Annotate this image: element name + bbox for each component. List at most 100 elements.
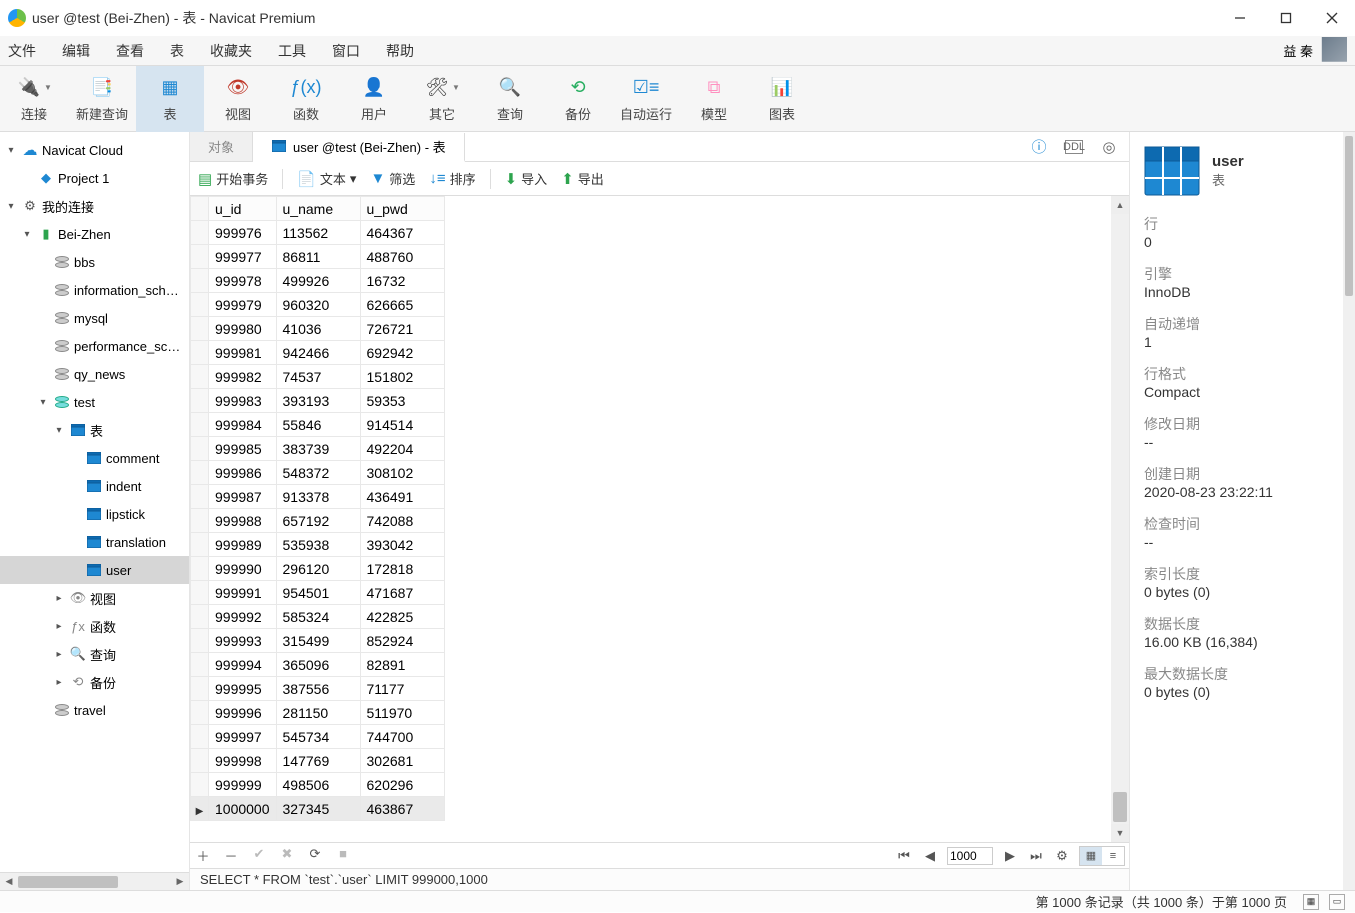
col-u_id[interactable]: u_id <box>209 197 277 221</box>
menu-1[interactable]: 编辑 <box>62 41 90 61</box>
minimize-button[interactable] <box>1217 0 1263 36</box>
table-row[interactable]: 999976113562464367 <box>191 221 445 245</box>
apply-button[interactable]: ✔ <box>250 846 268 865</box>
table-lipstick[interactable]: lipstick <box>0 500 189 528</box>
first-page-button[interactable]: ⏮ <box>895 848 913 864</box>
last-page-button[interactable]: ⏭ <box>1027 848 1045 864</box>
table-row[interactable]: 999989535938393042 <box>191 533 445 557</box>
status-grid-icon[interactable]: ▦ <box>1303 894 1319 910</box>
table-row[interactable]: 999992585324422825 <box>191 605 445 629</box>
table-row[interactable]: 999998147769302681 <box>191 749 445 773</box>
col-u_pwd[interactable]: u_pwd <box>360 197 444 221</box>
settings-button[interactable]: ⚙ <box>1053 848 1071 864</box>
menu-4[interactable]: 收藏夹 <box>210 41 252 61</box>
tool-query[interactable]: 🔍查询 <box>476 66 544 132</box>
table-row[interactable]: 99998274537151802 <box>191 365 445 389</box>
tool-auto[interactable]: ☑≡自动运行 <box>612 66 680 132</box>
db-performance_schema[interactable]: performance_schema <box>0 332 189 360</box>
next-page-button[interactable]: ▶ <box>1001 848 1019 864</box>
menu-0[interactable]: 文件 <box>8 41 36 61</box>
tool-plug[interactable]: 🔌▼连接 <box>0 66 68 132</box>
tool-view[interactable]: 👁视图 <box>204 66 272 132</box>
grid-view-button[interactable]: ▦ <box>1080 847 1102 865</box>
table-row[interactable]: 999990296120172818 <box>191 557 445 581</box>
tool-doc-plus[interactable]: 📑新建查询 <box>68 66 136 132</box>
menu-7[interactable]: 帮助 <box>386 41 414 61</box>
node-备份[interactable]: ▸⟲备份 <box>0 668 189 696</box>
table-row[interactable]: 99998041036726721 <box>191 317 445 341</box>
page-input[interactable] <box>947 847 993 865</box>
db-test[interactable]: ▾test <box>0 388 189 416</box>
table-row[interactable]: 999985383739492204 <box>191 437 445 461</box>
table-row[interactable]: 999997545734744700 <box>191 725 445 749</box>
table-translation[interactable]: translation <box>0 528 189 556</box>
table-row[interactable]: 999986548372308102 <box>191 461 445 485</box>
user-name[interactable]: 益 秦 <box>1283 41 1313 60</box>
menu-6[interactable]: 窗口 <box>332 41 360 61</box>
address-bar[interactable] <box>465 132 1019 161</box>
menu-3[interactable]: 表 <box>170 41 184 61</box>
table-row[interactable]: 99998339319359353 <box>191 389 445 413</box>
table-row[interactable]: 999991954501471687 <box>191 581 445 605</box>
table-row[interactable]: 999981942466692942 <box>191 341 445 365</box>
close-button[interactable] <box>1309 0 1355 36</box>
preview-tab-icon[interactable]: ◎ <box>1099 137 1119 157</box>
filter-button[interactable]: ▼筛选 <box>370 169 415 188</box>
table-row[interactable]: 999999498506620296 <box>191 773 445 797</box>
text-mode-button[interactable]: 📄文本 ▾ <box>297 169 356 188</box>
table-user[interactable]: user <box>0 556 189 584</box>
tool-model[interactable]: ⧉模型 <box>680 66 748 132</box>
stop-button[interactable]: ■ <box>334 846 352 865</box>
table-row[interactable]: 999979960320626665 <box>191 293 445 317</box>
prev-page-button[interactable]: ◀ <box>921 848 939 864</box>
import-button[interactable]: ⬇导入 <box>505 169 548 188</box>
tool-table[interactable]: ▦表 <box>136 66 204 132</box>
node-查询[interactable]: ▸🔍查询 <box>0 640 189 668</box>
db-information_schema[interactable]: information_schema <box>0 276 189 304</box>
connection-node[interactable]: ▾▮Bei-Zhen <box>0 220 189 248</box>
db-travel[interactable]: travel <box>0 696 189 724</box>
table-comment[interactable]: comment <box>0 444 189 472</box>
node-函数[interactable]: ▸ƒx函数 <box>0 612 189 640</box>
refresh-button[interactable]: ⟳ <box>306 846 324 865</box>
tables-node[interactable]: ▾表 <box>0 416 189 444</box>
db-qy_news[interactable]: qy_news <box>0 360 189 388</box>
cancel-button[interactable]: ✖ <box>278 846 296 865</box>
sidebar-scrollbar[interactable]: ◀▶ <box>0 872 189 890</box>
maximize-button[interactable] <box>1263 0 1309 36</box>
add-row-button[interactable]: ＋ <box>194 846 212 865</box>
panel-scrollbar[interactable] <box>1343 132 1355 890</box>
status-card-icon[interactable]: ▭ <box>1329 894 1345 910</box>
tab-user-table[interactable]: user @test (Bei-Zhen) - 表 <box>253 133 465 162</box>
table-row[interactable]: 99998455846914514 <box>191 413 445 437</box>
tool-fx[interactable]: ƒ(x)函数 <box>272 66 340 132</box>
tool-backup[interactable]: ⟲备份 <box>544 66 612 132</box>
delete-row-button[interactable]: － <box>222 846 240 865</box>
table-row[interactable]: 999993315499852924 <box>191 629 445 653</box>
project-node[interactable]: ◆Project 1 <box>0 164 189 192</box>
avatar[interactable] <box>1319 37 1347 65</box>
form-view-button[interactable]: ≡ <box>1102 847 1124 865</box>
my-connections-node[interactable]: ▾⚙我的连接 <box>0 192 189 220</box>
tool-user[interactable]: 👤用户 <box>340 66 408 132</box>
table-indent[interactable]: indent <box>0 472 189 500</box>
cloud-node[interactable]: ▾☁Navicat Cloud <box>0 136 189 164</box>
table-row[interactable]: 99997786811488760 <box>191 245 445 269</box>
export-button[interactable]: ⬆导出 <box>561 169 604 188</box>
node-视图[interactable]: ▸👁视图 <box>0 584 189 612</box>
info-tab-icon[interactable]: ⓘ <box>1029 137 1049 157</box>
table-row[interactable]: 99997849992616732 <box>191 269 445 293</box>
menu-2[interactable]: 查看 <box>116 41 144 61</box>
grid-vertical-scrollbar[interactable]: ▲▼ <box>1111 196 1129 842</box>
table-row[interactable]: 999996281150511970 <box>191 701 445 725</box>
tool-chart[interactable]: 📊图表 <box>748 66 816 132</box>
table-row[interactable]: 999988657192742088 <box>191 509 445 533</box>
sort-button[interactable]: ↓≡排序 <box>429 169 475 188</box>
tab-objects[interactable]: 对象 <box>190 132 253 161</box>
col-u_name[interactable]: u_name <box>276 197 360 221</box>
begin-transaction-button[interactable]: ▤开始事务 <box>198 169 268 188</box>
db-bbs[interactable]: bbs <box>0 248 189 276</box>
data-grid[interactable]: u_idu_nameu_pwd 999976113562464367999977… <box>190 196 1111 842</box>
ddl-tab-icon[interactable]: DDL <box>1065 140 1083 154</box>
table-row[interactable]: 99999538755671177 <box>191 677 445 701</box>
